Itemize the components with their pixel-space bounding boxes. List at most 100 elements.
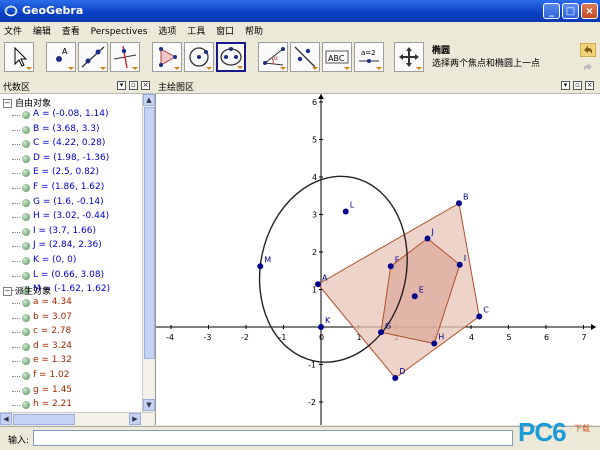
menu-options[interactable]: 选项 <box>154 22 180 37</box>
object-definition: B = (3.68, 3.3) <box>33 123 100 134</box>
visibility-toggle-icon[interactable] <box>22 342 30 351</box>
object-definition: c = 2.78 <box>33 326 72 337</box>
point-m <box>257 263 264 270</box>
tool-line[interactable] <box>78 42 108 72</box>
panel-close-icon[interactable]: × <box>585 81 594 90</box>
visibility-toggle-icon[interactable] <box>22 257 30 265</box>
panel-undock-icon[interactable]: ▫ <box>129 81 138 90</box>
scroll-thumb[interactable] <box>144 107 155 359</box>
visibility-toggle-icon[interactable] <box>22 227 30 236</box>
tool-move-view[interactable] <box>394 42 424 72</box>
visibility-toggle-icon[interactable] <box>22 357 30 366</box>
object-definition: a = 4.34 <box>33 297 72 307</box>
visibility-toggle-icon[interactable] <box>22 213 30 222</box>
object-definition: d = 3.24 <box>33 340 73 351</box>
object-definition: L = (0.66, 3.08) <box>33 269 105 280</box>
menu-perspectives[interactable]: Perspectives <box>87 25 152 37</box>
visibility-toggle-icon[interactable] <box>22 242 30 251</box>
dependent-objects-group[interactable]: − 派生对象 <box>3 284 51 297</box>
tool-move[interactable] <box>4 42 34 72</box>
panel-close-icon[interactable]: × <box>141 81 150 90</box>
tool-circle[interactable] <box>184 42 214 72</box>
scroll-up-icon[interactable]: ▲ <box>143 94 155 106</box>
visibility-toggle-icon[interactable] <box>22 140 30 149</box>
point-b <box>456 200 462 207</box>
panel-undock-icon[interactable]: ▫ <box>573 81 582 90</box>
menu-edit[interactable]: 编辑 <box>29 22 55 37</box>
point-label-a: A <box>322 273 328 282</box>
collapse-icon[interactable]: − <box>3 99 12 108</box>
input-field[interactable] <box>33 430 513 446</box>
tool-reflect[interactable] <box>290 42 320 72</box>
graphics-view[interactable]: -4-3-2-101234567654321-1-2ABCDEFGHIJKLM <box>155 94 600 425</box>
menu-view[interactable]: 查看 <box>58 22 84 37</box>
object-definition: K = (0, 0) <box>33 255 77 265</box>
tool-point[interactable]: A <box>46 42 76 72</box>
visibility-toggle-icon[interactable] <box>22 299 30 307</box>
visibility-toggle-icon[interactable] <box>22 401 30 410</box>
collapse-icon[interactable]: − <box>3 287 12 296</box>
x-tick-label: 4 <box>469 333 474 342</box>
undo-icon[interactable] <box>580 43 596 57</box>
menu-tools[interactable]: 工具 <box>183 22 209 37</box>
menu-help[interactable]: 帮助 <box>241 22 267 37</box>
y-axis-arrow <box>318 94 324 99</box>
visibility-toggle-icon[interactable] <box>22 169 30 178</box>
object-definition: D = (1.98, -1.36) <box>33 152 110 163</box>
tool-perpendicular[interactable] <box>110 42 140 72</box>
redo-icon[interactable] <box>580 60 596 74</box>
y-tick-label: 3 <box>312 211 317 220</box>
svg-text:a=2: a=2 <box>361 49 376 57</box>
pc6-watermark-sub: 下载 <box>574 424 590 433</box>
visibility-toggle-icon[interactable] <box>22 386 30 395</box>
object-definition: F = (1.86, 1.62) <box>33 182 105 192</box>
menu-window[interactable]: 窗口 <box>212 22 238 37</box>
visibility-toggle-icon[interactable] <box>22 271 30 280</box>
object-definition: J = (2.84, 2.36) <box>33 240 102 251</box>
tool-slider[interactable]: a=2 <box>354 42 384 72</box>
visibility-toggle-icon[interactable] <box>22 372 30 380</box>
tool-ellipse[interactable] <box>216 42 246 72</box>
y-tick-label: 6 <box>312 98 317 107</box>
panel-menu-icon[interactable]: ▾ <box>561 81 570 90</box>
visibility-toggle-icon[interactable] <box>22 313 30 322</box>
tool-text[interactable]: ABC <box>322 42 352 72</box>
scroll-down-icon[interactable]: ▼ <box>143 399 155 411</box>
visibility-toggle-icon[interactable] <box>22 154 30 163</box>
visibility-toggle-icon[interactable] <box>22 198 30 207</box>
visibility-toggle-icon[interactable] <box>22 111 30 119</box>
point-label-l: L <box>350 201 355 210</box>
menu-file[interactable]: 文件 <box>0 22 26 37</box>
visibility-toggle-icon[interactable] <box>22 328 30 337</box>
point-j <box>424 235 431 242</box>
point-k <box>318 324 324 330</box>
title-bar: GeoGebra _ □ × <box>0 0 600 22</box>
tool-angle[interactable]: α <box>258 42 288 72</box>
point-g <box>378 329 384 336</box>
panel-menu-icon[interactable]: ▾ <box>117 81 126 90</box>
tool-polygon[interactable] <box>152 42 182 72</box>
algebra-vertical-scrollbar[interactable]: ▲ ▼ <box>142 94 155 412</box>
object-definition: C = (4.22, 0.28) <box>33 138 106 149</box>
minimize-button[interactable]: _ <box>543 3 560 19</box>
pc6-watermark-logo: PC6 <box>518 417 567 447</box>
point-label-e: E <box>419 285 424 294</box>
window-title: GeoGebra <box>22 4 84 17</box>
algebra-horizontal-scrollbar[interactable]: ◀ ▶ <box>0 412 154 425</box>
scroll-right-icon[interactable]: ▶ <box>129 413 141 425</box>
free-objects-group[interactable]: − 自由对象 <box>3 96 51 109</box>
scroll-left-icon[interactable]: ◀ <box>0 413 12 425</box>
object-definition: g = 1.45 <box>33 384 73 395</box>
maximize-button[interactable]: □ <box>562 3 579 19</box>
visibility-toggle-icon[interactable] <box>22 125 30 134</box>
point-label-b: B <box>463 192 469 201</box>
geogebra-app-icon <box>4 5 18 17</box>
point-label-d: D <box>399 367 405 376</box>
algebra-view: − 自由对象 A = (-0.08, 1.14) B = (3.68, 3.3) C … <box>0 94 142 412</box>
scroll-thumb[interactable] <box>13 414 75 425</box>
y-tick-label: 1 <box>312 286 317 295</box>
input-bar: 输入: PC6 下载 <box>0 417 600 450</box>
close-button[interactable]: × <box>581 3 598 19</box>
graphics-canvas[interactable]: -4-3-2-101234567654321-1-2ABCDEFGHIJKLM <box>156 94 600 425</box>
visibility-toggle-icon[interactable] <box>22 184 30 192</box>
